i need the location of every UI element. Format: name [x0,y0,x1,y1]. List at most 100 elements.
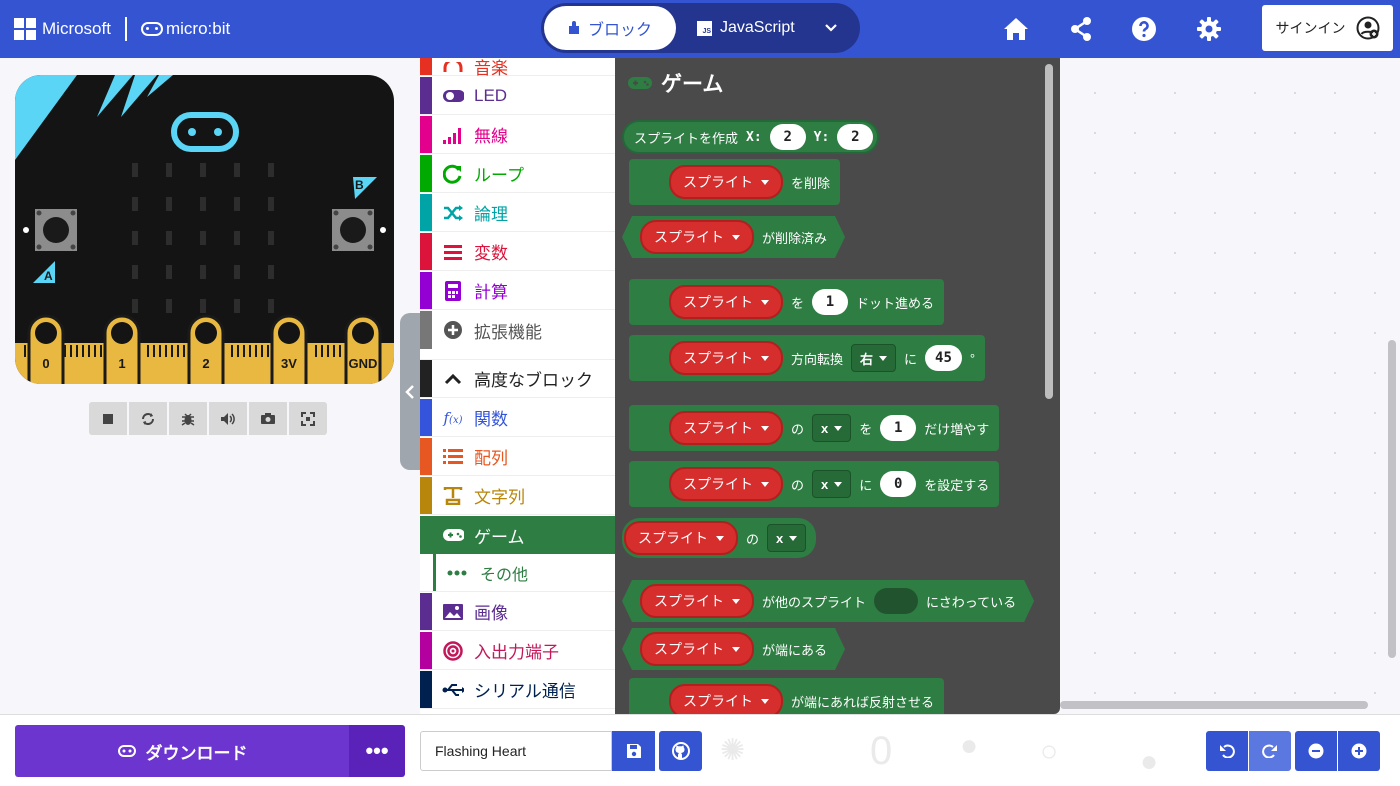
toolbox-item-arrays[interactable]: 配列 [420,438,615,476]
toolbox-item-radio[interactable]: 無線 [420,116,615,154]
sound-icon[interactable] [209,402,247,435]
value-input[interactable]: 0 [880,471,917,497]
sprite-dropdown[interactable]: スプライト [669,467,783,501]
sprite-dropdown[interactable]: スプライト [669,165,783,199]
block-is-on-edge[interactable]: スプライト が端にある [622,628,845,670]
block-is-touching[interactable]: スプライト が他のスプライト にさわっている [622,580,1034,622]
restart-icon[interactable] [129,402,167,435]
direction-dropdown[interactable]: 右 [851,344,897,372]
toolbox-item-music[interactable]: 音楽 [420,58,615,78]
image-icon [442,601,464,623]
blocks-workspace[interactable] [1060,58,1400,714]
toolbox-label: 拡張機能 [474,322,542,342]
property-dropdown[interactable]: x [767,524,807,552]
redo-icon [1262,744,1277,758]
sprite-dropdown[interactable]: スプライト [640,632,754,666]
usb-icon [442,679,464,701]
settings-gear-icon[interactable] [1195,15,1223,43]
degrees-input[interactable]: 45 [925,345,962,371]
sprite-dropdown[interactable]: スプライト [669,341,783,375]
amount-input[interactable]: 1 [880,415,917,441]
gamepad-icon [442,524,464,546]
toolbox-item-images[interactable]: 画像 [420,593,615,631]
sprite-dropdown[interactable]: スプライト [669,411,783,445]
toolbox-label: ゲーム [474,527,525,547]
toolbox-item-text[interactable]: 文字列 [420,477,615,515]
block-text: スプライトを作成 [634,130,739,146]
sprite-slot[interactable] [874,588,918,614]
redo-button[interactable] [1249,731,1291,771]
svg-text:3V: 3V [281,356,297,371]
toolbox-item-variables[interactable]: 変数 [420,233,615,271]
shuffle-icon [442,202,464,224]
sprite-dropdown[interactable]: スプライト [669,684,783,714]
help-icon[interactable] [1130,15,1158,43]
block-text: が端にあれば反射させる [791,694,935,710]
property-dropdown[interactable]: x [812,470,852,498]
block-is-deleted[interactable]: スプライト が削除済み [622,216,845,258]
download-button[interactable]: ダウンロード [15,725,350,777]
workspace-horizontal-scrollbar[interactable] [1060,701,1368,709]
sprite-dropdown[interactable]: スプライト [640,220,754,254]
screenshot-icon[interactable] [249,402,287,435]
toolbox-item-logic[interactable]: 論理 [420,194,615,232]
toolbox-item-game-more[interactable]: その他 [420,554,615,592]
list-icon [442,241,464,263]
toolbox-item-pins[interactable]: 入出力端子 [420,632,615,670]
block-bounce-on-edge[interactable]: スプライト が端にあれば反射させる [629,678,945,714]
chevron-down-icon[interactable] [824,18,838,43]
debug-icon[interactable] [169,402,207,435]
sprite-dropdown[interactable]: スプライト [624,521,738,555]
javascript-mode-button[interactable]: JS JavaScript [697,6,817,50]
toolbox-item-loops[interactable]: ループ [420,155,615,193]
toolbox-item-led[interactable]: LED [420,77,615,115]
toolbox-item-math[interactable]: 計算 [420,272,615,310]
block-set-property[interactable]: スプライト の x に 0 を設定する [629,461,1000,507]
stop-icon[interactable] [89,402,127,435]
microbit-simulator[interactable]: A B 0 1 2 3V GND [15,75,394,384]
github-button[interactable] [659,731,702,771]
brand-divider [124,17,127,41]
block-text: ° [969,350,976,366]
toolbox-item-functions[interactable]: f(x) 関数 [420,399,615,437]
property-dropdown[interactable]: x [812,414,852,442]
github-icon [671,742,690,760]
sprite-dropdown[interactable]: スプライト [640,584,754,618]
toolbox-item-game[interactable]: ゲーム [420,516,615,554]
toolbox-item-advanced[interactable]: 高度なブロック [420,360,615,398]
toolbox-item-extensions[interactable]: 拡張機能 [420,311,615,349]
signin-button[interactable]: サインイン [1262,5,1393,51]
chevron-left-icon [405,384,414,399]
undo-button[interactable] [1206,731,1248,771]
x-input[interactable]: 2 [769,124,806,150]
zoom-out-button[interactable] [1295,731,1337,771]
block-change-property[interactable]: スプライト の x を 1 だけ増やす [629,405,1000,451]
blocks-mode-button[interactable]: ブロック [544,6,676,50]
block-delete-sprite[interactable]: スプライト を削除 [629,159,841,205]
more-options-button[interactable]: ••• [349,725,405,777]
share-icon[interactable] [1067,15,1095,43]
flyout-scrollbar[interactable] [1045,64,1053,399]
y-input[interactable]: 2 [837,124,874,150]
collapse-simulator-button[interactable] [400,313,420,470]
project-name-input[interactable] [420,731,612,771]
block-text: を [859,421,873,437]
block-flyout: ゲーム スプライトを作成 X: 2 Y: 2 スプライト を削除 スプライト が… [615,58,1060,714]
sprite-dropdown[interactable]: スプライト [669,285,783,319]
plus-circle-icon [442,319,464,341]
brand[interactable]: Microsoft micro:bit [14,17,230,41]
save-button[interactable] [612,731,655,771]
array-icon [442,446,464,468]
home-icon[interactable] [1002,15,1030,43]
fullscreen-icon[interactable] [289,402,327,435]
block-get-property[interactable]: スプライト の x [622,518,817,558]
workspace-vertical-scrollbar[interactable] [1388,340,1396,658]
block-text: が他のスプライト [762,594,867,610]
toolbox-label: 無線 [474,127,508,146]
steps-input[interactable]: 1 [812,289,849,315]
block-create-sprite[interactable]: スプライトを作成 X: 2 Y: 2 [622,120,880,154]
block-turn-sprite[interactable]: スプライト 方向転換 右 に 45 ° [629,335,986,381]
block-move-sprite[interactable]: スプライト を 1 ドット進める [629,279,945,325]
toolbox-item-serial[interactable]: シリアル通信 [420,671,615,709]
zoom-in-button[interactable] [1338,731,1380,771]
